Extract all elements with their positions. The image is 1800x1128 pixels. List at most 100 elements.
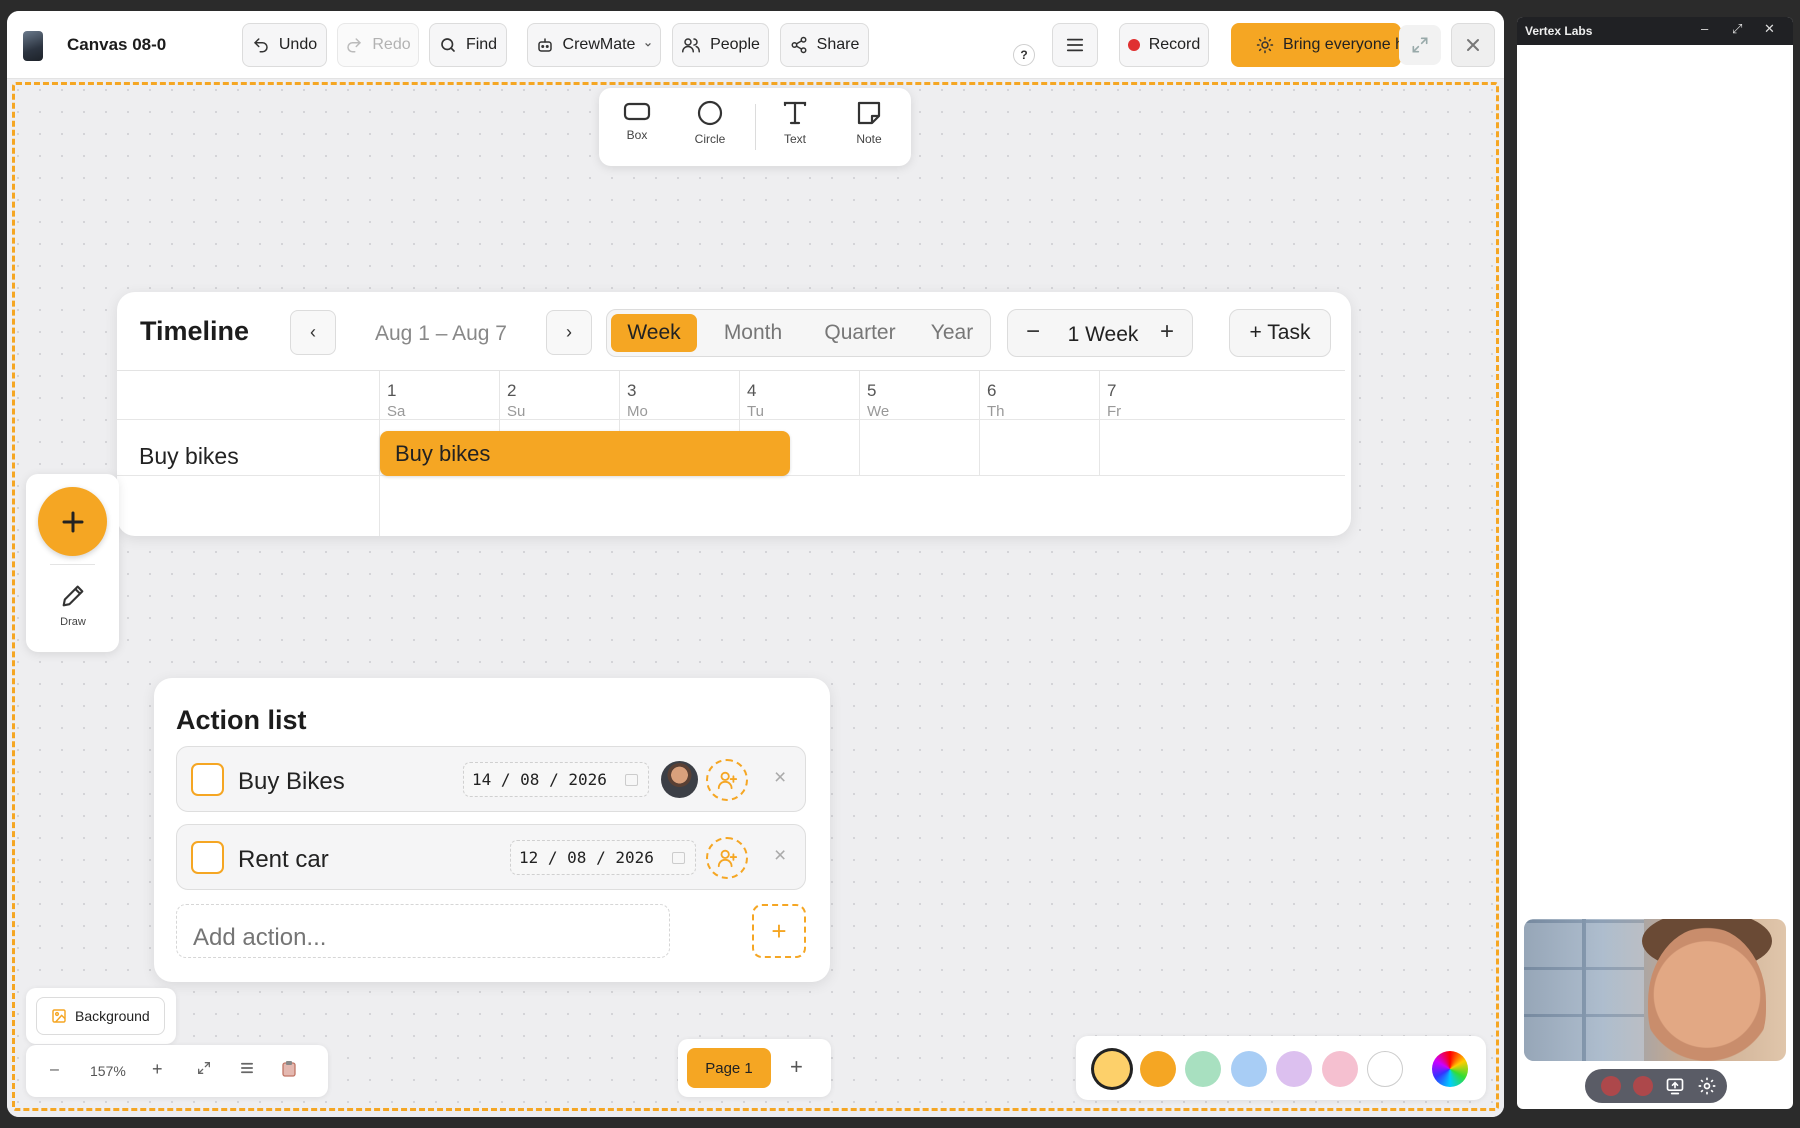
participant-video[interactable] [1524, 919, 1786, 1061]
list-view-button[interactable] [240, 1062, 254, 1074]
action-list-widget: Action list Buy Bikes 14 / 08 / 2026 × R… [154, 678, 830, 982]
timeline-zoom-in-button[interactable]: + [1160, 318, 1174, 346]
zoom-in-button[interactable]: + [152, 1059, 163, 1080]
day-name: Sa [387, 403, 406, 420]
day-name: We [867, 403, 890, 420]
circle-tool[interactable]: Circle [680, 100, 740, 156]
view-year-tab[interactable]: Year [917, 314, 987, 352]
canvas-title[interactable]: Canvas 08-0 [67, 35, 177, 55]
timeline-title: Timeline [140, 316, 250, 346]
timeline-zoom-out-button[interactable]: − [1026, 318, 1040, 346]
chevron-down-icon [645, 42, 652, 47]
box-tool[interactable]: Box [607, 100, 667, 156]
share-button[interactable]: Share [780, 23, 869, 67]
note-tool[interactable]: Note [839, 100, 899, 156]
text-tool[interactable]: Text [765, 100, 825, 156]
camera-toggle-icon[interactable] [1633, 1076, 1653, 1096]
pencil-icon [62, 585, 84, 607]
timeline-view-switch: Week Month Quarter Year [606, 309, 991, 357]
bring-label: Bring everyone h [1283, 36, 1401, 53]
background-label: Background [75, 1008, 150, 1024]
share-label: Share [816, 36, 860, 53]
custom-color-picker[interactable] [1432, 1051, 1468, 1087]
assign-person-button[interactable] [706, 837, 748, 879]
action-item: Buy Bikes 14 / 08 / 2026 × [176, 746, 806, 812]
day-name: Mo [627, 403, 648, 420]
grid-line [979, 371, 980, 475]
settings-gear-icon[interactable] [1697, 1076, 1717, 1096]
expand-icon [1412, 37, 1428, 53]
day-number: 3 [627, 381, 637, 400]
redo-label: Redo [372, 36, 411, 53]
color-swatch-white[interactable] [1367, 1051, 1403, 1087]
view-quarter-tab[interactable]: Quarter [807, 314, 913, 352]
maximize-button[interactable]: ⤢ [1732, 21, 1742, 37]
action-due-date[interactable]: 14 / 08 / 2026 [463, 762, 649, 797]
action-list-title: Action list [176, 705, 307, 735]
fit-screen-icon [198, 1062, 210, 1074]
action-label[interactable]: Buy Bikes [238, 768, 345, 796]
undo-icon [254, 38, 268, 53]
app-logo [23, 31, 43, 61]
clipboard-button[interactable] [282, 1060, 296, 1077]
crewmate-label: CrewMate [562, 36, 636, 53]
background-button[interactable]: Background [36, 997, 165, 1035]
timeline-row-label[interactable]: Buy bikes [139, 443, 239, 470]
color-swatch-pink[interactable] [1322, 1051, 1358, 1087]
remove-action-button[interactable]: × [774, 766, 786, 790]
close-canvas-button[interactable] [1451, 23, 1495, 67]
assignee-avatar[interactable] [661, 761, 698, 798]
video-background [1586, 919, 1644, 1061]
remove-action-button[interactable]: × [774, 844, 786, 868]
fit-screen-button[interactable] [196, 1060, 212, 1076]
calendar-icon [672, 852, 685, 864]
redo-button[interactable]: Redo [337, 23, 419, 67]
assign-person-button[interactable] [706, 759, 748, 801]
page-tab[interactable]: Page 1 [687, 1048, 771, 1088]
draw-tool[interactable]: Draw [47, 582, 99, 628]
find-button[interactable]: Find [429, 23, 507, 67]
mic-toggle-icon[interactable] [1601, 1076, 1621, 1096]
help-button[interactable]: ? [1013, 44, 1035, 66]
grid-line [117, 419, 1345, 420]
expand-button[interactable] [1399, 25, 1441, 65]
action-checkbox[interactable] [191, 763, 224, 796]
timeline-next-button[interactable]: › [546, 310, 592, 355]
side-close-button[interactable]: ✕ [1764, 21, 1775, 37]
add-task-button[interactable]: + Task [1229, 309, 1331, 357]
color-swatch-green[interactable] [1185, 1051, 1221, 1087]
people-icon [682, 38, 701, 53]
color-swatch-orange[interactable] [1140, 1051, 1176, 1087]
find-label: Find [465, 36, 498, 53]
add-action-input[interactable] [176, 904, 670, 958]
people-button[interactable]: People [672, 23, 769, 67]
crewmate-dropdown[interactable]: CrewMate [527, 23, 661, 67]
add-action-button[interactable]: + [752, 904, 806, 958]
day-name: Th [987, 403, 1005, 420]
screen-share-icon[interactable] [1665, 1076, 1685, 1096]
color-swatch-yellow[interactable] [1094, 1051, 1130, 1087]
timeline-prev-button[interactable]: ‹ [290, 310, 336, 355]
add-widget-button[interactable] [38, 487, 107, 556]
record-button[interactable]: Record [1119, 23, 1209, 67]
record-label: Record [1148, 36, 1201, 53]
action-label[interactable]: Rent car [238, 846, 329, 874]
action-checkbox[interactable] [191, 841, 224, 874]
bring-everyone-button[interactable]: Bring everyone h [1231, 23, 1401, 67]
video-controls [1585, 1069, 1727, 1103]
box-label: Box [626, 128, 648, 142]
add-page-button[interactable]: + [790, 1054, 803, 1080]
color-swatch-blue[interactable] [1231, 1051, 1267, 1087]
date-value: 14 / 08 / 2026 [472, 770, 607, 789]
timeline-task-bar[interactable]: Buy bikes [380, 431, 790, 476]
action-due-date[interactable]: 12 / 08 / 2026 [510, 840, 696, 875]
minimize-button[interactable]: – [1701, 21, 1708, 36]
side-panel-title: Vertex Labs [1525, 24, 1593, 38]
view-week-tab[interactable]: Week [611, 314, 697, 352]
view-month-tab[interactable]: Month [705, 314, 801, 352]
menu-button[interactable] [1052, 23, 1098, 67]
grid-line [859, 371, 860, 475]
zoom-out-button[interactable]: – [50, 1061, 59, 1079]
undo-button[interactable]: Undo [242, 23, 327, 67]
color-swatch-purple[interactable] [1276, 1051, 1312, 1087]
